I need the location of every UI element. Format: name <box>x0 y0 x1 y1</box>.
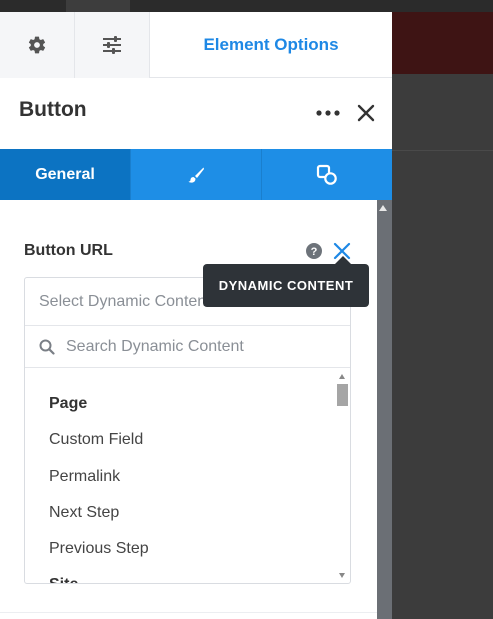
dynamic-content-tooltip: DYNAMIC CONTENT <box>203 264 369 307</box>
more-horizontal-icon <box>316 110 340 116</box>
brush-icon <box>188 167 204 183</box>
list-group-page: Page <box>49 395 88 412</box>
list-item[interactable]: Permalink <box>49 468 120 486</box>
tab-style[interactable] <box>131 149 262 200</box>
panel-content: Button URL ? Select Dynamic Content Page… <box>0 200 377 619</box>
list-item[interactable]: Next Step <box>49 504 119 522</box>
sliders-icon <box>103 36 121 54</box>
element-header: Button <box>0 78 392 149</box>
svg-text:?: ? <box>311 246 318 258</box>
canvas-area <box>392 12 493 619</box>
tooltip-arrow <box>335 256 351 264</box>
field-label: Button URL <box>24 242 113 259</box>
close-panel-button[interactable] <box>353 100 379 126</box>
dynamic-content-list: Page Custom Field Permalink Next Step Pr… <box>25 368 337 583</box>
divider <box>0 612 377 613</box>
element-options-panel: Element Options Button General Button UR… <box>0 12 392 619</box>
element-title: Button <box>19 98 87 121</box>
tab-advanced[interactable] <box>262 149 392 200</box>
shapes-icon <box>316 164 337 185</box>
scroll-up-arrow[interactable] <box>339 374 345 379</box>
search-input[interactable] <box>66 333 336 361</box>
scroll-thumb[interactable] <box>337 384 348 406</box>
close-icon <box>357 104 375 122</box>
element-tabs: General <box>0 149 392 200</box>
dynamic-content-search <box>25 326 350 368</box>
list-item[interactable]: Previous Step <box>49 540 149 558</box>
list-group-site: Site <box>49 576 78 583</box>
list-item[interactable]: Custom Field <box>49 431 143 449</box>
search-icon <box>39 339 55 355</box>
app-top-tab <box>66 0 130 12</box>
list-scrollbar[interactable] <box>335 368 350 583</box>
panel-topbar: Element Options <box>0 12 392 78</box>
canvas-divider <box>392 150 493 151</box>
panel-scroll-up-arrow[interactable] <box>379 205 387 211</box>
tab-general[interactable]: General <box>0 149 131 200</box>
help-circle-icon[interactable]: ? <box>306 243 322 259</box>
scroll-down-arrow[interactable] <box>339 573 345 578</box>
dynamic-content-dropdown: Select Dynamic Content Page Custom Field… <box>24 277 351 584</box>
more-options-button[interactable] <box>314 100 342 126</box>
gear-icon <box>28 36 46 54</box>
panel-title[interactable]: Element Options <box>150 12 392 78</box>
canvas-header-strip <box>392 12 493 74</box>
panel-scrollbar[interactable] <box>377 200 392 619</box>
settings-button[interactable] <box>0 12 75 78</box>
sliders-button[interactable] <box>75 12 150 78</box>
